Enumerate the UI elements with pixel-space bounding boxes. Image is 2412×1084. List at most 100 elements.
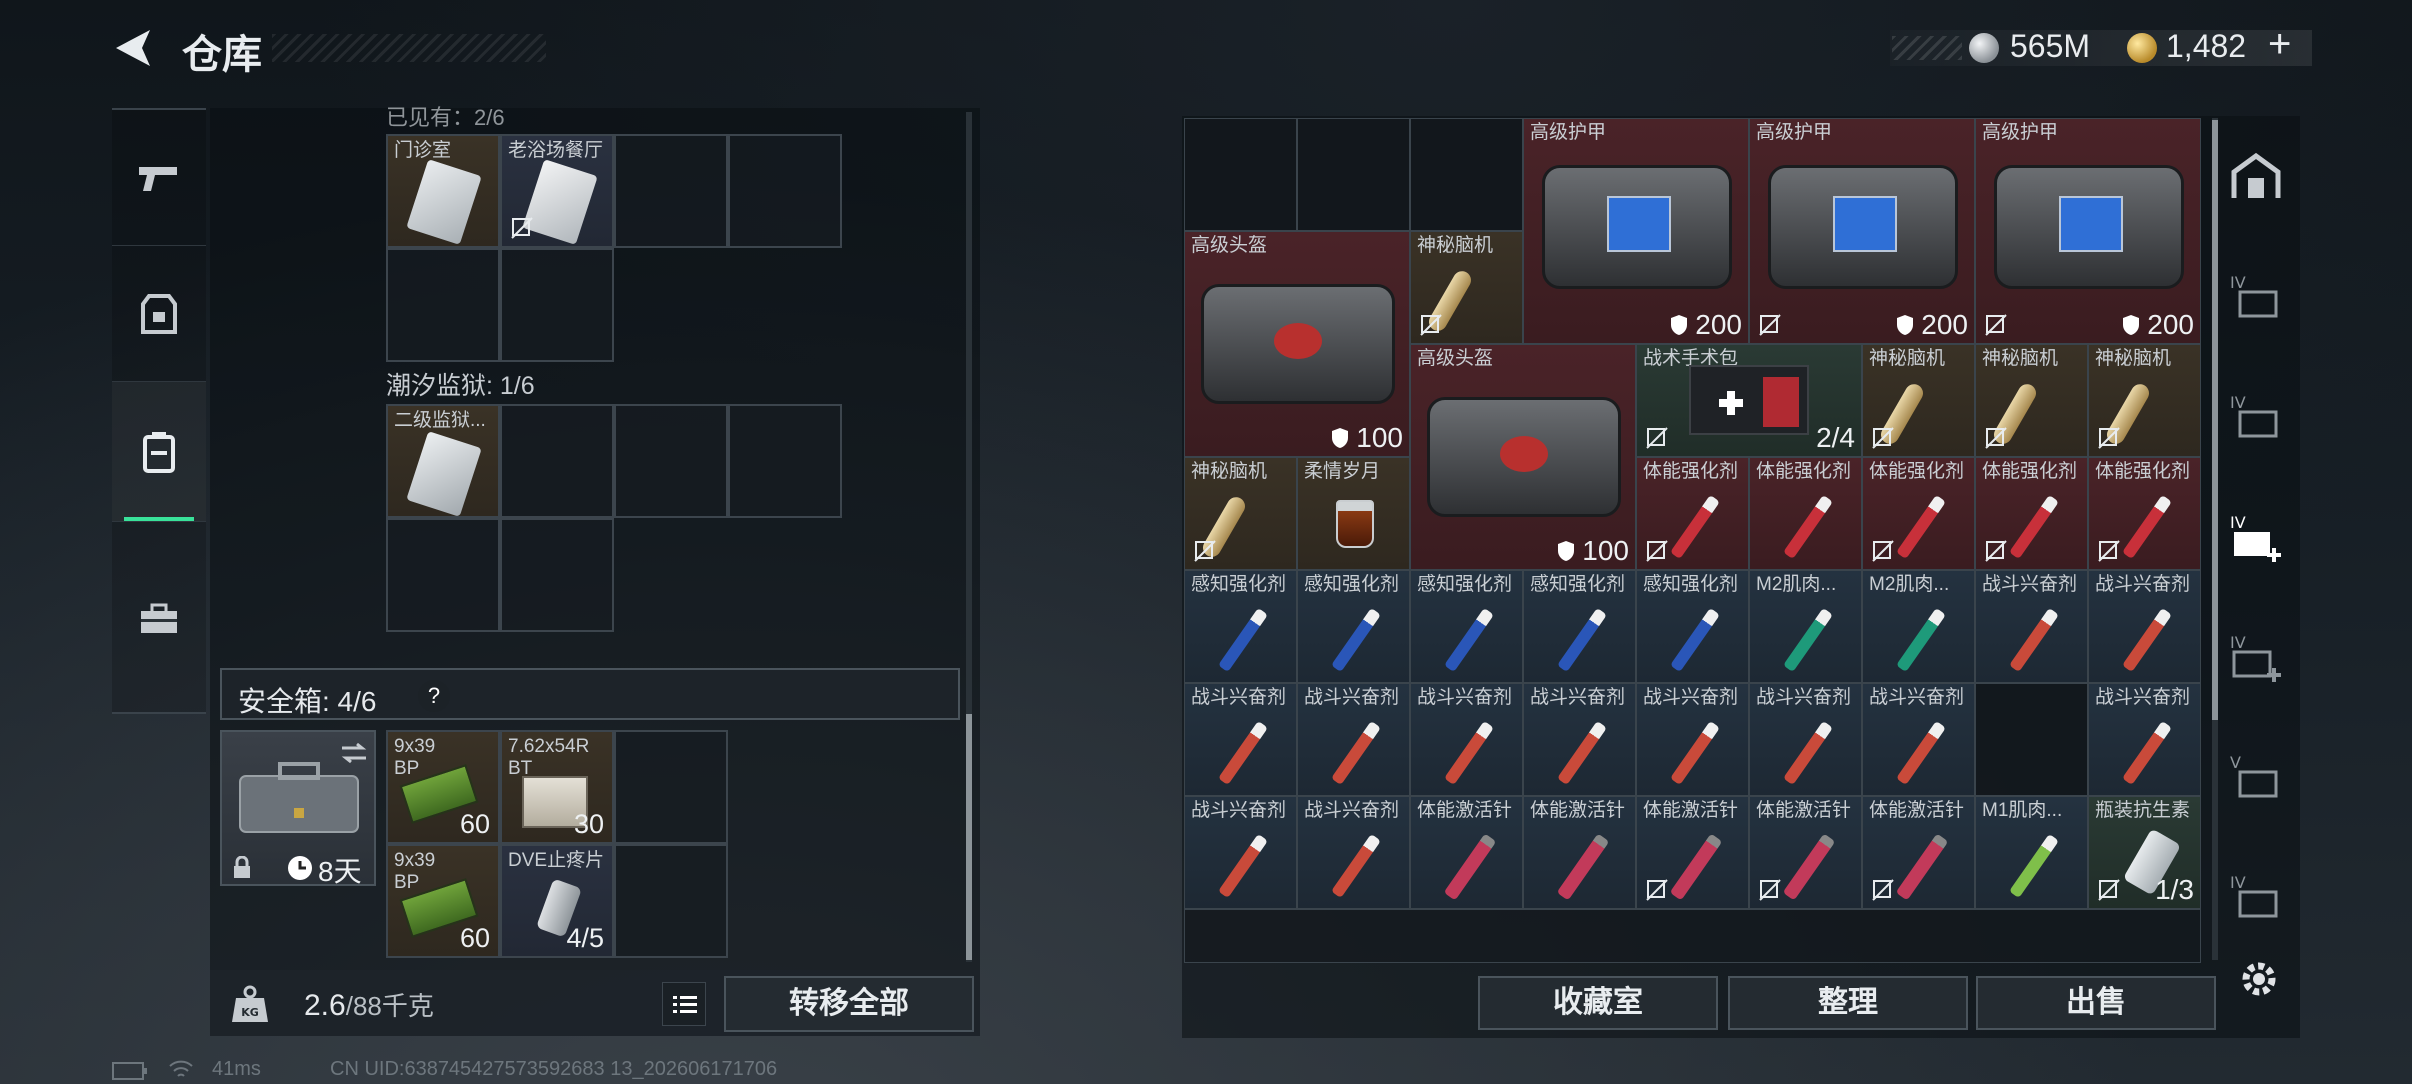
stim-item[interactable]: 体能强化剂 — [2088, 457, 2201, 570]
stim-item[interactable]: 感知强化剂 — [1523, 570, 1636, 683]
stim-item[interactable]: 战斗兴奋剂 — [1410, 683, 1523, 796]
nav-armor[interactable] — [112, 246, 206, 382]
syringe-icon — [1444, 607, 1494, 673]
empty-slot[interactable] — [1410, 118, 1523, 231]
stim-item[interactable]: 战斗兴奋剂 — [1184, 683, 1297, 796]
nav-backpack[interactable] — [112, 382, 206, 522]
stim-item[interactable]: 战斗兴奋剂 — [2088, 570, 2201, 683]
shield-icon — [2123, 315, 2140, 335]
stim-item[interactable]: 感知强化剂 — [1297, 570, 1410, 683]
stim-item[interactable]: 体能激活针 — [1523, 796, 1636, 909]
brain-chip-item[interactable]: 神秘脑机 — [1410, 231, 1523, 344]
stim-item[interactable]: 战斗兴奋剂 — [1975, 570, 2088, 683]
stim-item[interactable]: 体能激活针 — [1636, 796, 1749, 909]
storage-tier-icon[interactable]: IV — [2226, 868, 2286, 928]
ammo-slot[interactable]: 9x39 BP 60 — [386, 844, 500, 958]
empty-slot[interactable] — [386, 518, 500, 632]
stim-item[interactable]: 战斗兴奋剂 — [1297, 683, 1410, 796]
back-arrow-icon[interactable] — [112, 26, 154, 70]
empty-slot[interactable] — [614, 844, 728, 958]
stim-item[interactable]: M2肌肉... — [1862, 570, 1975, 683]
armor-item[interactable]: 高级护甲 200 — [1523, 118, 1749, 344]
item-name: 战斗兴奋剂 — [2095, 574, 2191, 595]
item-count: 4/5 — [566, 923, 604, 953]
armor-item[interactable]: 高级护甲 200 — [1975, 118, 2201, 344]
stim-item[interactable]: 体能激活针 — [1749, 796, 1862, 909]
stim-item[interactable]: 战斗兴奋剂 — [1749, 683, 1862, 796]
warehouse-icon[interactable] — [2226, 148, 2286, 208]
keycard-slot[interactable]: 二级监狱... — [386, 404, 500, 518]
sort-button[interactable]: 整理 — [1728, 976, 1968, 1030]
keycard-slot[interactable]: 老浴场餐厅 — [500, 134, 614, 248]
brain-chip-item[interactable]: 神秘脑机 — [1184, 457, 1297, 570]
list-view-button[interactable] — [662, 982, 706, 1026]
sell-button[interactable]: 出售 — [1976, 976, 2216, 1030]
stim-item[interactable]: 感知强化剂 — [1184, 570, 1297, 683]
storage-add-icon[interactable]: IV — [2226, 628, 2286, 688]
stim-item[interactable]: 战斗兴奋剂 — [1184, 796, 1297, 909]
left-scroll-thumb[interactable] — [966, 714, 972, 960]
antibiotic-item[interactable]: 瓶装抗生素 1/3 — [2088, 796, 2201, 909]
storage-tier-icon[interactable]: IV — [2226, 388, 2286, 448]
stim-item[interactable]: 战斗兴奋剂 — [1862, 683, 1975, 796]
stim-item[interactable]: 体能强化剂 — [1975, 457, 2088, 570]
brain-chip-item[interactable]: 神秘脑机 — [1862, 344, 1975, 457]
empty-slot[interactable] — [614, 134, 728, 248]
safebox-case[interactable]: 8天 — [220, 730, 376, 887]
add-currency-button[interactable]: + — [2268, 22, 2291, 67]
stim-item[interactable]: 感知强化剂 — [1636, 570, 1749, 683]
stim-item[interactable]: 体能激活针 — [1410, 796, 1523, 909]
stim-item[interactable]: 体能强化剂 — [1636, 457, 1749, 570]
empty-slot[interactable] — [500, 248, 614, 362]
transfer-all-button[interactable]: 转移全部 — [724, 976, 974, 1032]
empty-row[interactable] — [1184, 909, 2201, 963]
empty-slot[interactable] — [728, 134, 842, 248]
empty-slot[interactable] — [1184, 118, 1297, 231]
stim-item[interactable]: 战斗兴奋剂 — [1523, 683, 1636, 796]
empty-slot[interactable] — [728, 404, 842, 518]
brain-chip-item[interactable]: 神秘脑机 — [2088, 344, 2201, 457]
settings-gear-icon[interactable] — [2236, 956, 2282, 1002]
stim-item[interactable]: M2肌肉... — [1749, 570, 1862, 683]
stim-item[interactable]: 感知强化剂 — [1410, 570, 1523, 683]
empty-slot[interactable] — [386, 248, 500, 362]
brain-chip-item[interactable]: 神秘脑机 — [1975, 344, 2088, 457]
stim-item[interactable]: 战斗兴奋剂 — [1297, 796, 1410, 909]
keycard-slot[interactable]: 门诊室 — [386, 134, 500, 248]
medkit-icon — [1689, 365, 1809, 435]
help-button[interactable]: ? — [418, 680, 450, 712]
armor-item[interactable]: 高级护甲 200 — [1749, 118, 1975, 344]
wine-item[interactable]: 柔情岁月 — [1297, 457, 1410, 570]
medicine-slot[interactable]: DVE止疼片 4/5 — [500, 844, 614, 958]
empty-slot[interactable] — [500, 518, 614, 632]
storage-add-icon[interactable]: IV — [2226, 508, 2286, 568]
helmet-item[interactable]: 高级头盔 100 — [1410, 344, 1636, 570]
stim-item[interactable]: 体能强化剂 — [1862, 457, 1975, 570]
empty-slot[interactable] — [1297, 118, 1410, 231]
storage-tier-icon[interactable]: V — [2226, 748, 2286, 808]
safebox-days: 8天 — [318, 856, 362, 887]
ammo-slot[interactable]: 7.62x54R BT 30 — [500, 730, 614, 844]
swap-icon[interactable] — [340, 742, 368, 764]
stim-item[interactable]: 战斗兴奋剂 — [2088, 683, 2201, 796]
nav-toolbox[interactable] — [112, 522, 206, 716]
empty-slot[interactable] — [614, 404, 728, 518]
item-name: 战斗兴奋剂 — [1982, 574, 2078, 595]
item-name: 门诊室 — [394, 140, 452, 161]
stim-item[interactable]: 体能强化剂 — [1749, 457, 1862, 570]
helmet-item[interactable]: 高级头盔 100 — [1184, 231, 1410, 457]
ammo-slot[interactable]: 9x39 BP 60 — [386, 730, 500, 844]
nav-weapon[interactable] — [112, 110, 206, 246]
no-insure-icon — [511, 217, 533, 239]
collection-button[interactable]: 收藏室 — [1478, 976, 1718, 1030]
storage-tier-icon[interactable]: IV — [2226, 268, 2286, 328]
empty-slot[interactable] — [500, 404, 614, 518]
stim-item[interactable]: 体能激活针 — [1862, 796, 1975, 909]
stim-item[interactable]: M1肌肉... — [1975, 796, 2088, 909]
empty-slot[interactable] — [1975, 683, 2088, 796]
status-bar: 41ms CN UID:638745427573592683 13_202606… — [112, 1058, 1012, 1084]
empty-slot[interactable] — [614, 730, 728, 844]
svg-text:IV: IV — [2230, 873, 2246, 892]
stim-item[interactable]: 战斗兴奋剂 — [1636, 683, 1749, 796]
tactical-kit-item[interactable]: 战术手术包 2/4 — [1636, 344, 1862, 457]
